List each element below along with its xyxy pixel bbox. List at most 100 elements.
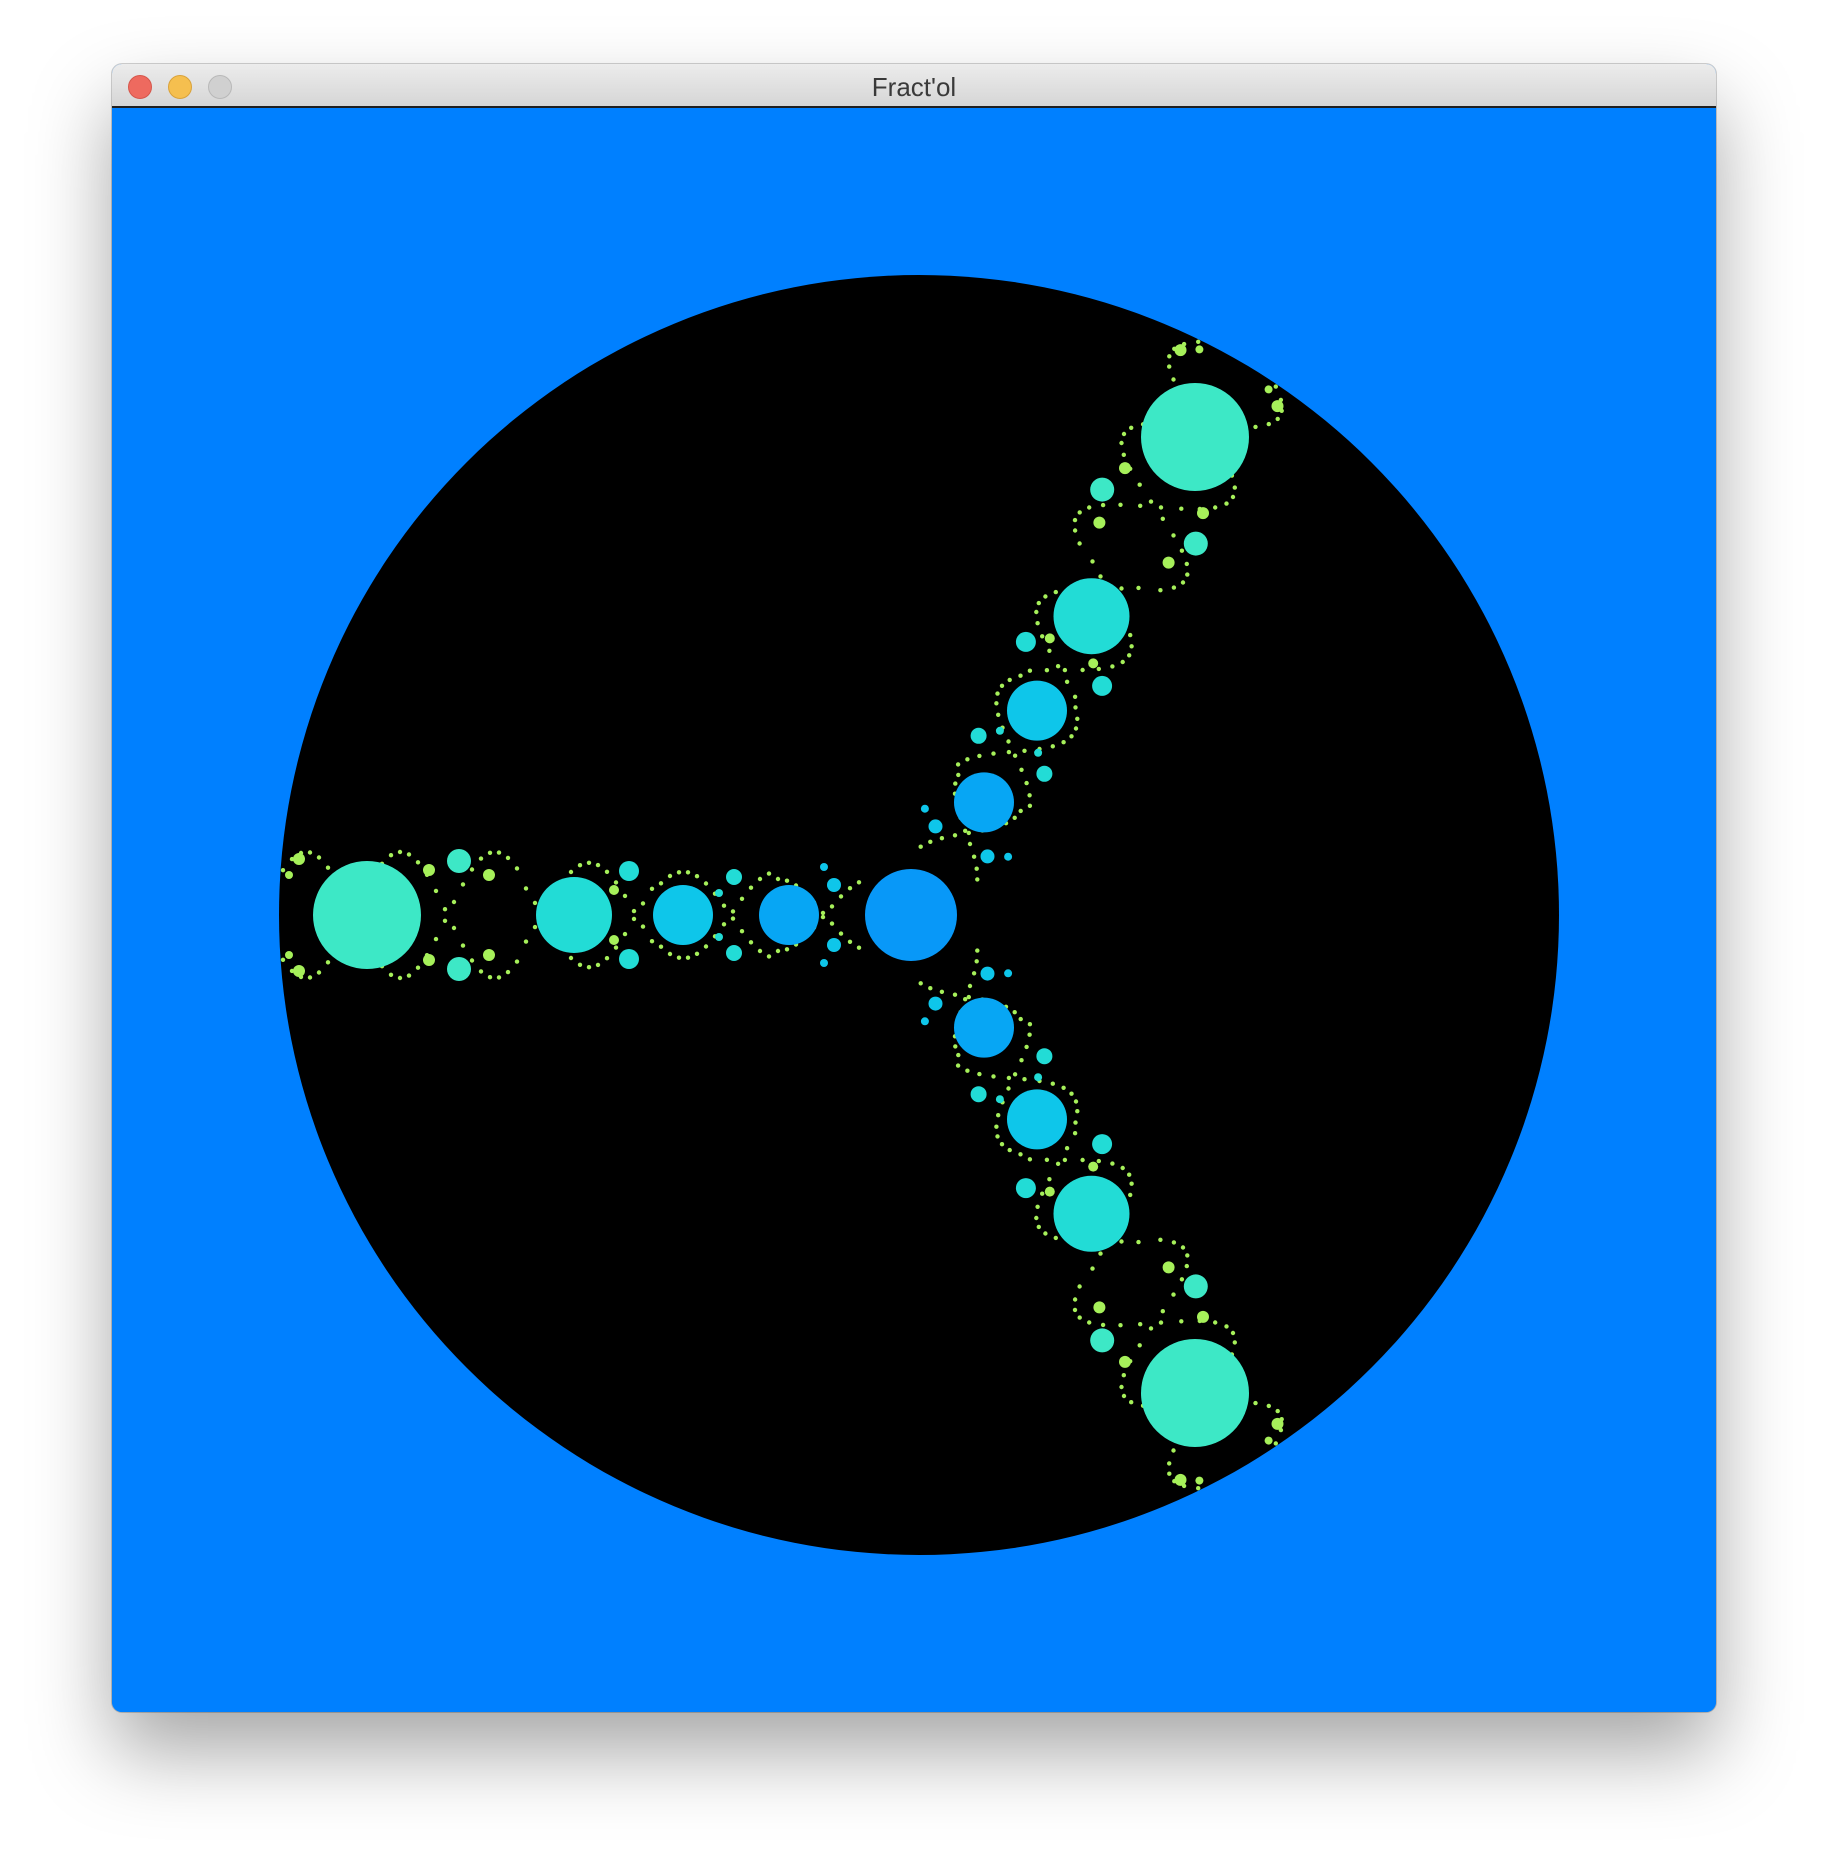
filament-dot bbox=[505, 855, 511, 861]
filament-dot bbox=[658, 944, 664, 949]
filament-dot bbox=[991, 1074, 996, 1079]
filament-dot bbox=[1075, 1109, 1080, 1114]
side-bulb bbox=[423, 864, 435, 876]
side-bulb bbox=[483, 869, 495, 881]
side-bulb bbox=[970, 1086, 987, 1103]
filament-dot bbox=[280, 957, 286, 962]
side-bulb bbox=[1174, 1473, 1187, 1486]
main-bulb bbox=[954, 772, 1014, 833]
filament-dot bbox=[1036, 1224, 1041, 1230]
filament-dot bbox=[1213, 505, 1218, 510]
filament-dot bbox=[1167, 354, 1172, 359]
filament-dot bbox=[685, 870, 691, 875]
side-bulb bbox=[483, 949, 495, 961]
fractal-view[interactable] bbox=[112, 108, 1716, 1712]
title-bar[interactable]: Fract'ol bbox=[112, 64, 1716, 108]
side-bulb bbox=[619, 861, 639, 881]
side-bulb bbox=[1004, 969, 1013, 978]
filament-dot bbox=[1096, 1158, 1101, 1164]
filament-dot bbox=[1064, 679, 1070, 684]
filament-dot bbox=[721, 922, 727, 927]
filament-dot bbox=[1136, 585, 1141, 591]
filament-dot bbox=[1158, 1237, 1163, 1243]
side-bulb bbox=[1034, 1073, 1043, 1082]
filament-dot bbox=[1196, 1486, 1201, 1491]
filament-dot bbox=[1098, 1251, 1103, 1256]
filament-dot bbox=[1171, 585, 1177, 590]
side-bulb bbox=[820, 959, 828, 967]
filament-dot bbox=[586, 965, 592, 970]
filament-dot bbox=[952, 833, 958, 838]
side-bulb bbox=[285, 951, 293, 959]
side-bulb bbox=[423, 954, 435, 966]
filament-dot bbox=[1061, 740, 1066, 745]
filament-dot bbox=[1253, 424, 1258, 430]
filament-dot bbox=[1138, 503, 1143, 508]
filament-dot bbox=[965, 1068, 970, 1073]
filament-dot bbox=[1050, 1081, 1055, 1086]
app-window: Fract'ol bbox=[112, 64, 1716, 1712]
filament-dot bbox=[433, 936, 439, 942]
filament-dot bbox=[739, 896, 745, 901]
filament-dot bbox=[460, 943, 466, 948]
filament-dot bbox=[1053, 1235, 1058, 1241]
filament-dot bbox=[1055, 1161, 1061, 1167]
filament-dot bbox=[595, 862, 601, 868]
filament-dot bbox=[514, 959, 520, 964]
filament-dot bbox=[1061, 1085, 1066, 1090]
filament-dot bbox=[1047, 1177, 1052, 1182]
filament-dot bbox=[856, 880, 862, 885]
filament-dot bbox=[757, 948, 763, 954]
side-bulb bbox=[1119, 1355, 1131, 1368]
filament-dot bbox=[1036, 600, 1041, 606]
filament-dot bbox=[1044, 668, 1050, 673]
filament-dot bbox=[928, 839, 933, 844]
filament-dot bbox=[1069, 734, 1074, 739]
filament-dot bbox=[1167, 1471, 1172, 1476]
filament-dot bbox=[1275, 1408, 1280, 1414]
filament-dot bbox=[703, 944, 709, 949]
side-bulb bbox=[726, 945, 742, 961]
filament-dot bbox=[694, 951, 700, 956]
filament-dot bbox=[622, 931, 628, 937]
side-bulb bbox=[1088, 1161, 1099, 1172]
side-bulb bbox=[447, 849, 471, 873]
filament-dot bbox=[496, 975, 502, 980]
filament-dot bbox=[847, 939, 853, 944]
filament-dot bbox=[1184, 561, 1190, 567]
filament-dot bbox=[1018, 808, 1023, 814]
filament-dot bbox=[1027, 793, 1032, 798]
filament-dot bbox=[956, 772, 961, 778]
filament-dot bbox=[1128, 1192, 1133, 1198]
filament-dot bbox=[829, 904, 835, 909]
filament-dot bbox=[388, 853, 394, 858]
filament-dot bbox=[1027, 1032, 1032, 1037]
filament-dot bbox=[649, 939, 655, 944]
filament-dot bbox=[1266, 1403, 1272, 1409]
filament-dot bbox=[766, 954, 772, 959]
filament-dot bbox=[1077, 510, 1082, 515]
filament-dot bbox=[1196, 339, 1201, 344]
filament-dot bbox=[952, 992, 958, 997]
filament-dot bbox=[856, 945, 862, 950]
filament-dot bbox=[1019, 767, 1024, 772]
filament-dot bbox=[1273, 1441, 1279, 1446]
filament-dot bbox=[1022, 1077, 1027, 1082]
fractal-canvas[interactable] bbox=[112, 108, 1716, 1712]
side-bulb bbox=[1197, 507, 1209, 520]
filament-dot bbox=[748, 940, 754, 945]
filament-dot bbox=[1121, 1393, 1127, 1399]
side-bulb bbox=[1044, 1186, 1055, 1197]
filament-dot bbox=[730, 909, 736, 914]
filament-dot bbox=[451, 925, 457, 931]
side-bulb bbox=[285, 871, 293, 879]
filament-dot bbox=[325, 960, 331, 965]
filament-dot bbox=[1064, 1146, 1070, 1151]
filament-dot bbox=[1096, 666, 1101, 672]
filament-dot bbox=[487, 850, 493, 855]
filament-dot bbox=[1006, 749, 1012, 755]
main-bulb bbox=[1053, 1175, 1130, 1252]
filament-dot bbox=[1158, 588, 1163, 593]
filament-dot bbox=[999, 1142, 1005, 1147]
main-bulb bbox=[954, 997, 1014, 1058]
